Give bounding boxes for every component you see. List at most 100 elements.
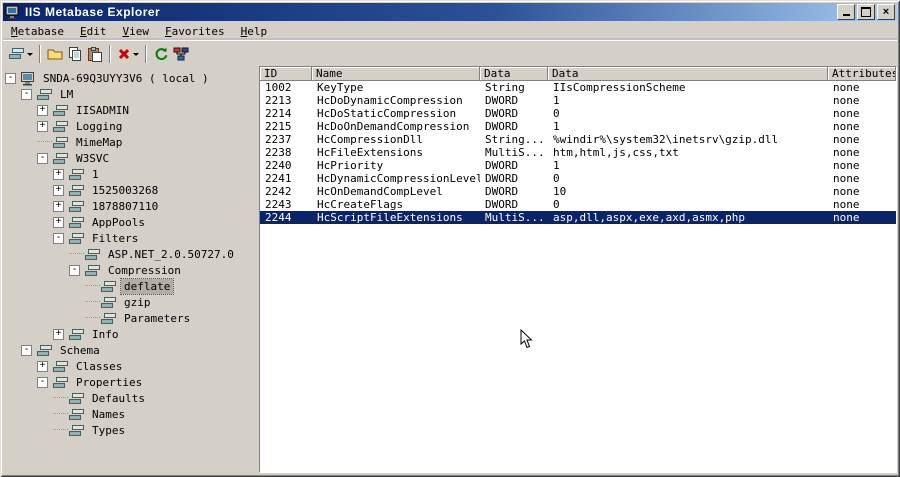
paste-icon (87, 46, 103, 62)
tree-item-label[interactable]: IISADMIN (73, 103, 132, 118)
tree-item-label[interactable]: gzip (121, 295, 154, 310)
copy-button[interactable] (65, 43, 85, 65)
tree-item-schema[interactable]: - Schema (3, 342, 255, 358)
tree-item-classes[interactable]: + Classes (3, 358, 255, 374)
refresh-button[interactable] (151, 43, 171, 65)
tree-item-label[interactable]: Schema (57, 343, 103, 358)
column-header-data[interactable]: Data (548, 67, 828, 81)
table-row-2237[interactable]: 2237 HcCompressionDll String... %windir%\sy… (260, 133, 896, 146)
table-row-2244[interactable]: 2244 HcScriptFileExtensions MultiS... asp,d… (260, 211, 896, 224)
column-header-id[interactable]: ID (260, 67, 312, 81)
tree-item-defaults[interactable]: Defaults (3, 390, 255, 406)
tree-item-label[interactable]: Types (89, 423, 128, 438)
tree-item-properties[interactable]: - Properties (3, 374, 255, 390)
table-row-2240[interactable]: 2240 HcPriority DWORD 1 none (260, 159, 896, 172)
tree-item-snda-69q3uyy3v6-local[interactable]: - SNDA-69Q3UYY3V6 ( local ) (3, 70, 255, 86)
tree-item-label[interactable]: Properties (73, 375, 145, 390)
tree-item-label[interactable]: AppPools (89, 215, 148, 230)
tree-item-label[interactable]: W3SVC (73, 151, 112, 166)
expand-box-icon[interactable]: + (53, 184, 64, 196)
titlebar[interactable]: IIS Metabase Explorer × (3, 3, 897, 21)
expand-box-icon[interactable]: + (53, 168, 64, 180)
tree-item-label[interactable]: Logging (73, 119, 125, 134)
tree-item-1525003268[interactable]: +1525003268 (3, 182, 255, 198)
key-icon (100, 296, 117, 309)
expand-box-icon[interactable]: + (37, 104, 48, 116)
tree-item-label[interactable]: Compression (105, 263, 184, 278)
window-title: IIS Metabase Explorer (25, 5, 161, 19)
column-header-data-type[interactable]: Data Type (480, 67, 548, 81)
tree-item-mimemap[interactable]: MimeMap (3, 134, 255, 150)
tree-item-label[interactable]: Defaults (89, 391, 148, 406)
menu-help[interactable]: Help (233, 23, 276, 40)
tree-item-compression[interactable]: - Compression (3, 262, 255, 278)
tree-item-label[interactable]: Filters (89, 231, 141, 246)
tree-item-deflate[interactable]: deflate (3, 277, 255, 295)
collapse-box-icon[interactable]: - (21, 344, 32, 356)
menu-metabase[interactable]: Metabase (3, 23, 72, 40)
tree-item-label[interactable]: 1 (89, 167, 102, 182)
cell-id: 2214 (265, 107, 292, 120)
tree-item-label[interactable]: Parameters (121, 311, 193, 326)
tree-item-filters[interactable]: - Filters (3, 230, 255, 246)
menu-favorites[interactable]: Favorites (157, 23, 233, 40)
new-key-button[interactable] (6, 43, 35, 65)
table-row-2238[interactable]: 2238 HcFileExtensions MultiS... htm,html,js… (260, 146, 896, 159)
table-row-2213[interactable]: 2213 HcDoDynamicCompression DWORD 1 none (260, 94, 896, 107)
maximize-button[interactable] (857, 4, 875, 20)
table-row-2241[interactable]: 2241 HcDynamicCompressionLevel DWORD 0 none (260, 172, 896, 185)
table-row-2215[interactable]: 2215 HcDoOnDemandCompression DWORD 1 none (260, 120, 896, 133)
expand-box-icon[interactable]: + (53, 200, 64, 212)
tree-item-label[interactable]: 1525003268 (89, 183, 161, 198)
tree-item-label[interactable]: Classes (73, 359, 125, 374)
expand-box-icon[interactable]: + (53, 328, 64, 340)
expand-box-icon[interactable]: + (37, 120, 48, 132)
tree-item-1[interactable]: +1 (3, 166, 255, 182)
column-header-attributes[interactable]: Attributes (828, 67, 896, 81)
tree-item-label[interactable]: deflate (119, 277, 175, 295)
collapse-box-icon[interactable]: - (69, 264, 80, 276)
tree-item-label[interactable]: Names (89, 407, 128, 422)
tree-item-types[interactable]: Types (3, 422, 255, 438)
table-row-2243[interactable]: 2243 HcCreateFlags DWORD 0 none (260, 198, 896, 211)
tree-item-parameters[interactable]: Parameters (3, 310, 255, 326)
close-button[interactable]: × (877, 4, 895, 20)
tree-item-iisadmin[interactable]: + IISADMIN (3, 102, 255, 118)
tree-item-names[interactable]: Names (3, 406, 255, 422)
dropdown-arrow-icon[interactable] (27, 52, 33, 59)
collapse-box-icon[interactable]: - (5, 72, 16, 84)
menu-view[interactable]: View (114, 23, 157, 40)
collapse-box-icon[interactable]: - (37, 152, 48, 164)
tree-item-label[interactable]: LM (57, 87, 76, 102)
tree-item-1878807110[interactable]: +1878807110 (3, 198, 255, 214)
tree-item-label[interactable]: SNDA-69Q3UYY3V6 ( local ) (40, 71, 212, 86)
tree-item-label[interactable]: 1878807110 (89, 199, 161, 214)
tree-item-lm[interactable]: - LM (3, 86, 255, 102)
delete-button[interactable] (115, 43, 141, 65)
tree-item-apppools[interactable]: + AppPools (3, 214, 255, 230)
open-button[interactable] (45, 43, 65, 65)
dropdown-arrow-icon[interactable] (133, 52, 139, 59)
expand-box-icon[interactable]: + (37, 360, 48, 372)
collapse-box-icon[interactable]: - (37, 376, 48, 388)
table-row-2214[interactable]: 2214 HcDoStaticCompression DWORD 0 none (260, 107, 896, 120)
table-row-2242[interactable]: 2242 HcOnDemandCompLevel DWORD 10 none (260, 185, 896, 198)
collapse-box-icon[interactable]: - (21, 88, 32, 100)
list-rows: 1002 KeyType String IIsCompressionScheme non… (260, 81, 896, 472)
paste-button[interactable] (85, 43, 105, 65)
tree-item-w3svc[interactable]: - W3SVC (3, 150, 255, 166)
tree-item-label[interactable]: ASP.NET_2.0.50727.0 (105, 247, 237, 262)
network-button[interactable] (171, 43, 191, 65)
collapse-box-icon[interactable]: - (53, 232, 64, 244)
expand-box-icon[interactable]: + (53, 216, 64, 228)
tree-item-label[interactable]: Info (89, 327, 122, 342)
table-row-1002[interactable]: 1002 KeyType String IIsCompressionScheme non… (260, 81, 896, 94)
tree-item-gzip[interactable]: gzip (3, 294, 255, 310)
tree-item-label[interactable]: MimeMap (73, 135, 125, 150)
tree-item-logging[interactable]: + Logging (3, 118, 255, 134)
tree-item-asp-net-2-0-50727-0[interactable]: ASP.NET_2.0.50727.0 (3, 246, 255, 262)
menu-edit[interactable]: Edit (72, 23, 115, 40)
tree-item-info[interactable]: + Info (3, 326, 255, 342)
column-header-name[interactable]: Name (312, 67, 480, 81)
minimize-button[interactable] (837, 4, 855, 20)
